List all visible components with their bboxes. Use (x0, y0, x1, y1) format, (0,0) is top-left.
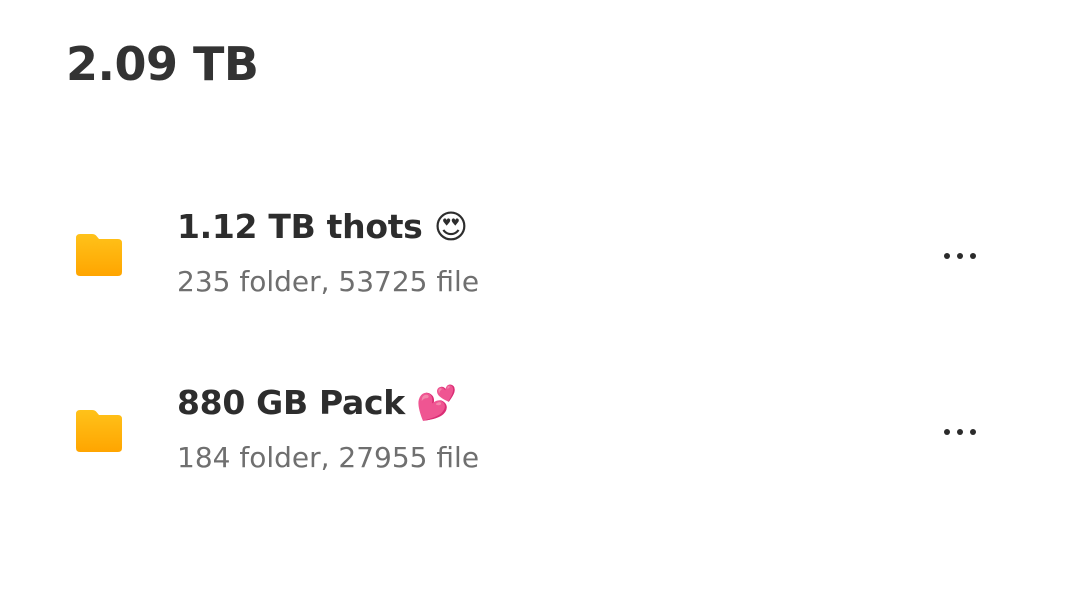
folder-icon (74, 232, 124, 278)
folder-name: 1.12 TB thots 😍 (177, 207, 468, 246)
folder-row[interactable]: 1.12 TB thots 😍 235 folder, 53725 file (0, 180, 1080, 330)
dot (944, 253, 950, 259)
dot (944, 429, 950, 435)
dot (970, 429, 976, 435)
folder-name: 880 GB Pack 💕 (177, 383, 457, 422)
folder-row[interactable]: 880 GB Pack 💕 184 folder, 27955 file (0, 356, 1080, 506)
page-title: 2.09 TB (66, 37, 259, 91)
more-options-button[interactable] (930, 412, 990, 452)
folder-meta: 235 folder, 53725 file (177, 265, 480, 298)
dot (957, 253, 963, 259)
folder-meta: 184 folder, 27955 file (177, 441, 480, 474)
more-options-button[interactable] (930, 236, 990, 276)
folder-icon (74, 408, 124, 454)
dot (957, 429, 963, 435)
dot (970, 253, 976, 259)
